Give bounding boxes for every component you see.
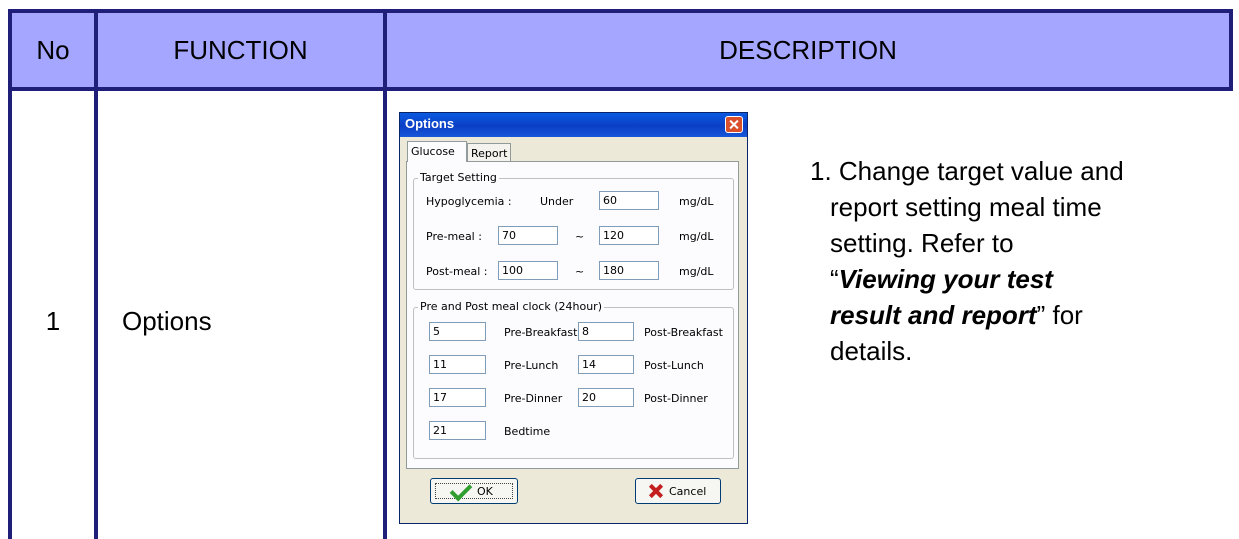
ok-focus-rect	[435, 483, 513, 499]
postmeal-label: Post-meal :	[426, 265, 488, 278]
emphasis-2: result and report	[830, 300, 1037, 330]
postmeal-tilde: ~	[575, 265, 585, 278]
pre-breakfast-label: Pre-Breakfast	[504, 326, 578, 339]
bedtime-field[interactable]: 21	[429, 421, 486, 440]
dialog-title: Options	[405, 116, 455, 131]
header-description: DESCRIPTION	[719, 35, 897, 65]
target-setting-label: Target Setting	[418, 171, 499, 184]
pre-lunch-field[interactable]: 11	[429, 355, 486, 374]
premeal-tilde: ~	[575, 230, 585, 243]
ok-button[interactable]: OK	[430, 478, 518, 504]
emphasis-1: Viewing your test	[838, 264, 1053, 294]
post-lunch-field[interactable]: 14	[578, 355, 634, 374]
hypo-unit: mg/dL	[679, 195, 714, 208]
hypoglycemia-label: Hypoglycemia :	[426, 195, 512, 208]
desc-line-2: report setting meal time	[830, 192, 1102, 222]
premeal-label: Pre-meal :	[426, 230, 482, 243]
postmeal-unit: mg/dL	[679, 265, 714, 278]
premeal-low-field[interactable]: 70	[498, 226, 558, 245]
close-icon[interactable]	[725, 116, 743, 133]
header-no: No	[36, 35, 70, 65]
bedtime-label: Bedtime	[504, 425, 551, 438]
row-number: 1	[45, 306, 61, 336]
postmeal-high-field[interactable]: 180	[599, 261, 659, 280]
dialog-titlebar: Options	[400, 113, 747, 137]
meal-clock-label: Pre and Post meal clock (24hour)	[418, 300, 604, 313]
col-rule-1	[94, 9, 98, 539]
target-setting-group: Target Setting Hypoglycemia : Under 60 m…	[413, 171, 734, 290]
close-quote: ” for	[1036, 300, 1083, 330]
desc-line-6: details.	[830, 336, 913, 366]
post-dinner-field[interactable]: 20	[578, 388, 634, 407]
open-quote: “	[830, 264, 839, 294]
premeal-unit: mg/dL	[679, 230, 714, 243]
cancel-button[interactable]: Cancel	[635, 478, 721, 504]
desc-line-4: “Viewing your test	[810, 261, 1220, 297]
header-rule	[10, 87, 1231, 91]
ok-label: OK	[477, 485, 493, 498]
pre-dinner-label: Pre-Dinner	[504, 392, 563, 405]
options-dialog: Options Glucose Report Target Setting Hy…	[399, 112, 748, 524]
meal-clock-group: Pre and Post meal clock (24hour) 5 Pre-B…	[413, 300, 734, 459]
glucose-panel: Target Setting Hypoglycemia : Under 60 m…	[406, 161, 739, 469]
desc-line-5: result and report” for	[810, 297, 1220, 333]
row-function: Options	[122, 306, 212, 336]
tab-report[interactable]: Report	[467, 143, 511, 162]
post-dinner-label: Post-Dinner	[644, 392, 708, 405]
under-label: Under	[540, 195, 574, 208]
post-lunch-label: Post-Lunch	[644, 359, 704, 372]
hypo-value-field[interactable]: 60	[599, 191, 659, 210]
top-rule	[10, 9, 1231, 13]
post-breakfast-label: Post-Breakfast	[644, 326, 723, 339]
pre-lunch-label: Pre-Lunch	[504, 359, 559, 372]
pre-dinner-field[interactable]: 17	[429, 388, 486, 407]
pre-breakfast-field[interactable]: 5	[429, 322, 486, 341]
tab-glucose[interactable]: Glucose	[407, 141, 467, 162]
premeal-high-field[interactable]: 120	[599, 226, 659, 245]
post-breakfast-field[interactable]: 8	[578, 322, 634, 341]
postmeal-low-field[interactable]: 100	[498, 261, 558, 280]
x-icon	[649, 484, 663, 498]
right-rule-header	[1229, 9, 1233, 91]
description-text: 1. Change target value and report settin…	[810, 153, 1220, 369]
desc-line-3: setting. Refer to	[830, 228, 1014, 258]
header-function: FUNCTION	[173, 35, 308, 65]
col-rule-2	[383, 9, 387, 539]
cancel-label: Cancel	[669, 485, 707, 498]
desc-line-1: 1. Change target value and	[810, 156, 1124, 186]
